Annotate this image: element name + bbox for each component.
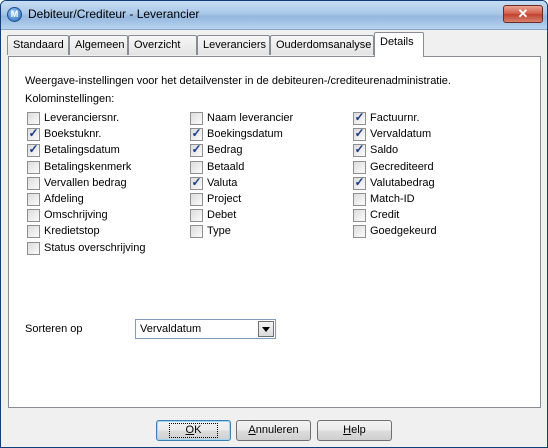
checkbox-label: Afdeling (44, 193, 84, 205)
tab-standaard[interactable]: Standaard (7, 35, 69, 55)
checkbox-label: Omschrijving (44, 209, 108, 221)
checkbox-box[interactable] (353, 161, 366, 174)
checkbox-box[interactable] (190, 161, 203, 174)
checkbox-label: Bedrag (207, 144, 243, 156)
checkbox-box[interactable] (190, 193, 203, 206)
window-title: Debiteur/Crediteur - Leverancier (28, 7, 200, 21)
checkbox-box[interactable] (190, 209, 203, 222)
checkbox-box[interactable] (27, 242, 40, 255)
checkbox-label: Leveranciersnr. (44, 112, 120, 124)
check-icon: ✓ (28, 126, 39, 140)
checkbox-box[interactable] (27, 193, 40, 206)
dialog-window: M Debiteur/Crediteur - Leverancier ✕ Sta… (0, 0, 548, 448)
tab-details[interactable]: Details (374, 32, 424, 57)
checkbox-label: Kredietstop (44, 225, 100, 237)
checkbox-box[interactable]: ✓ (27, 126, 40, 141)
cancel-button[interactable]: Annuleren (236, 420, 311, 441)
checkbox-label: Type (207, 225, 231, 237)
checkbox-label: Boekingsdatum (207, 128, 283, 140)
checkbox-box[interactable] (27, 161, 40, 174)
help-button[interactable]: Help (317, 420, 392, 441)
check-icon: ✓ (354, 126, 365, 140)
ok-button[interactable]: OK (156, 420, 231, 441)
checkbox-box[interactable]: ✓ (190, 175, 203, 190)
checkbox-box[interactable]: ✓ (190, 142, 203, 157)
checkbox-label: Credit (370, 209, 400, 221)
checkbox-label: Naam leverancier (207, 112, 294, 124)
checkbox-box[interactable] (353, 225, 366, 238)
checkbox-box[interactable] (27, 177, 40, 190)
sort-by-value: Vervaldatum (140, 323, 202, 335)
close-icon: ✕ (517, 6, 529, 21)
checkbox-box[interactable] (190, 225, 203, 238)
checkbox-label: Vervaldatum (370, 128, 432, 140)
checkbox-label: Match-ID (370, 193, 415, 205)
checkbox-label: Vervallen bedrag (44, 177, 127, 189)
checkbox-box[interactable]: ✓ (190, 126, 203, 141)
checkbox-box[interactable] (27, 209, 40, 222)
columns-settings-label: Kolominstellingen: (25, 93, 115, 105)
checkbox-box[interactable]: ✓ (353, 126, 366, 141)
tab-ouderdomsanalyse[interactable]: Ouderdomsanalyse (270, 35, 374, 55)
checkbox-label: Valuta (207, 177, 238, 189)
details-panel: Weergave-instellingen voor het detailven… (8, 56, 541, 408)
check-icon: ✓ (354, 142, 365, 156)
tab-algemeen[interactable]: Algemeen (69, 35, 128, 55)
check-icon: ✓ (191, 175, 202, 189)
checkbox-box[interactable] (27, 225, 40, 238)
checkbox-label: Factuurnr. (370, 112, 420, 124)
close-button[interactable]: ✕ (503, 5, 543, 23)
checkbox-label: Debet (207, 209, 237, 221)
checkbox-box[interactable]: ✓ (353, 175, 366, 190)
checkbox-box[interactable] (27, 112, 40, 125)
checkbox-label: Betalingsdatum (44, 144, 120, 156)
check-icon: ✓ (28, 142, 39, 156)
sort-by-select[interactable]: Vervaldatum (135, 319, 276, 339)
checkbox-box[interactable] (353, 209, 366, 222)
checkbox-box[interactable] (353, 193, 366, 206)
check-icon: ✓ (191, 142, 202, 156)
sort-by-label: Sorteren op (25, 323, 83, 335)
checkbox-label: Betalingskenmerk (44, 161, 132, 173)
panel-description: Weergave-instellingen voor het detailven… (25, 75, 451, 87)
check-icon: ✓ (191, 126, 202, 140)
checkbox-label: Boekstuknr. (44, 128, 102, 140)
check-icon: ✓ (354, 110, 365, 124)
checkbox-label: Saldo (370, 144, 399, 156)
checkbox-box[interactable]: ✓ (353, 142, 366, 157)
checkbox-label: Valutabedrag (370, 177, 435, 189)
chevron-down-icon[interactable] (258, 321, 274, 337)
check-icon: ✓ (354, 175, 365, 189)
checkbox-label: Project (207, 193, 242, 205)
app-icon: M (7, 7, 22, 22)
checkbox-label: Betaald (207, 161, 245, 173)
checkbox-label: Gecrediteerd (370, 161, 434, 173)
title-bar[interactable]: M Debiteur/Crediteur - Leverancier ✕ (1, 1, 547, 30)
checkbox-label: Goedgekeurd (370, 225, 437, 237)
checkbox-box[interactable] (190, 112, 203, 125)
tab-overzicht[interactable]: Overzicht (128, 35, 197, 55)
checkbox-label: Status overschrijving (44, 242, 146, 254)
checkbox-box[interactable]: ✓ (353, 110, 366, 125)
checkbox-box[interactable]: ✓ (27, 142, 40, 157)
tab-leveranciers[interactable]: Leveranciers (197, 35, 270, 55)
